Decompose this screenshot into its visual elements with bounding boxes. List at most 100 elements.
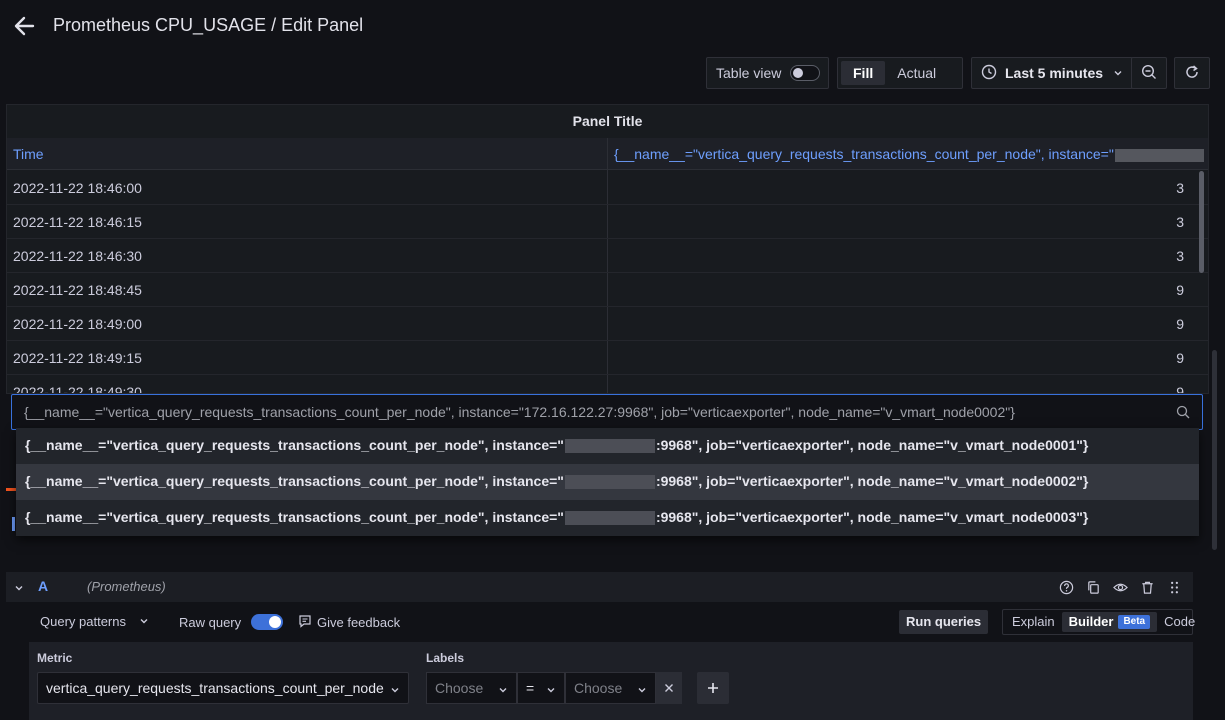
label-value-placeholder: Choose (574, 680, 623, 696)
search-icon (1176, 405, 1190, 422)
table-scrollbar[interactable] (1199, 171, 1204, 273)
series-header-prefix: {__name__="vertica_query_requests_transa… (614, 146, 1114, 162)
zoom-out-button[interactable] (1131, 57, 1167, 89)
query-row-header: A (Prometheus) (6, 572, 1193, 602)
trash-icon[interactable] (1138, 578, 1156, 596)
series-column-header[interactable]: {__name__="vertica_query_requests_transa… (614, 138, 1204, 170)
beta-badge: Beta (1118, 615, 1151, 629)
chevron-down-icon (498, 682, 508, 698)
page-header: Prometheus CPU_USAGE / Edit Panel (0, 0, 1225, 52)
duplicate-icon[interactable] (1084, 578, 1102, 596)
query-datasource: (Prometheus) (87, 579, 166, 594)
raw-query-switch[interactable] (251, 614, 284, 630)
close-icon (664, 680, 674, 696)
metric-label: Metric (37, 651, 73, 665)
refresh-button[interactable] (1174, 57, 1210, 89)
chevron-down-icon (546, 682, 556, 698)
give-feedback-label: Give feedback (317, 615, 401, 630)
label-value-select[interactable]: Choose (565, 672, 656, 704)
metric-select[interactable]: vertica_query_requests_transactions_coun… (37, 672, 409, 704)
table-row: 2022-11-22 18:46:00 3 (7, 171, 1208, 205)
redacted-ip (564, 475, 655, 490)
builder-button[interactable]: Builder Beta (1061, 612, 1158, 632)
series-option-node0001[interactable]: {__name__="vertica_query_requests_transa… (16, 428, 1199, 464)
label-operator-value: = (526, 680, 535, 696)
label-key-placeholder: Choose (435, 680, 484, 696)
option-prefix: {__name__="vertica_query_requests_transa… (25, 437, 564, 453)
value-cell: 9 (1176, 316, 1184, 332)
remove-label-button[interactable] (656, 672, 682, 704)
builder-label: Builder (1068, 614, 1114, 629)
table-panel: Panel Title Time {__name__="vertica_quer… (6, 104, 1209, 394)
time-cell: 2022-11-22 18:46:15 (13, 214, 142, 230)
tab-indicator (12, 517, 15, 531)
label-operator-select[interactable]: = (517, 672, 565, 704)
label-key-select[interactable]: Choose (426, 672, 517, 704)
actual-button[interactable]: Actual (885, 61, 948, 85)
chevron-down-icon (1113, 65, 1123, 81)
metric-value: vertica_query_requests_transactions_coun… (46, 680, 384, 696)
clock-icon (981, 64, 997, 83)
table-row: 2022-11-22 18:46:15 3 (7, 205, 1208, 239)
time-range-label: Last 5 minutes (1005, 65, 1104, 81)
value-cell: 9 (1176, 384, 1184, 394)
value-cell: 3 (1176, 214, 1184, 230)
chevron-down-icon[interactable] (14, 580, 24, 596)
help-icon[interactable] (1057, 578, 1075, 596)
value-cell: 9 (1176, 350, 1184, 366)
eye-icon[interactable] (1111, 578, 1129, 596)
redacted-ip (564, 439, 655, 454)
raw-query-toggle[interactable]: Raw query (179, 614, 284, 630)
series-option-node0002[interactable]: {__name__="vertica_query_requests_transa… (16, 464, 1199, 500)
chevron-down-icon (390, 682, 400, 698)
chevron-down-icon (139, 614, 149, 629)
raw-query-label: Raw query (179, 614, 242, 630)
table-row: 2022-11-22 18:46:30 3 (7, 239, 1208, 273)
time-cell: 2022-11-22 18:49:00 (13, 316, 142, 332)
fill-actual-group: Fill Actual (837, 57, 963, 89)
query-patterns-dropdown[interactable]: Query patterns (40, 614, 149, 629)
comment-icon (298, 614, 312, 631)
query-patterns-label: Query patterns (40, 614, 126, 629)
time-cell: 2022-11-22 18:49:15 (13, 350, 142, 366)
series-options-menu: {__name__="vertica_query_requests_transa… (16, 428, 1199, 536)
table-view-label: Table view (716, 65, 782, 81)
table-row: 2022-11-22 18:49:00 9 (7, 307, 1208, 341)
code-button[interactable]: Code (1157, 612, 1202, 632)
labels-label: Labels (426, 651, 465, 665)
explain-button[interactable]: Explain (1005, 612, 1062, 632)
table-body: 2022-11-22 18:46:00 3 2022-11-22 18:46:15… (7, 171, 1208, 394)
time-cell: 2022-11-22 18:48:45 (13, 282, 142, 298)
query-options-bar: Query patterns Raw query Give feedback R… (6, 604, 1195, 640)
option-prefix: {__name__="vertica_query_requests_transa… (25, 473, 564, 489)
value-cell: 3 (1176, 248, 1184, 264)
back-arrow-icon[interactable] (12, 14, 36, 38)
option-suffix: :9968", job="verticaexporter", node_name… (655, 509, 1089, 525)
time-cell: 2022-11-22 18:46:30 (13, 248, 142, 264)
query-builder: Metric vertica_query_requests_transactio… (29, 642, 1193, 720)
time-cell: 2022-11-22 18:46:00 (13, 180, 142, 196)
table-row: 2022-11-22 18:48:45 9 (7, 273, 1208, 307)
table-view-toggle[interactable]: Table view (706, 57, 829, 89)
series-select[interactable]: {__name__="vertica_query_requests_transa… (11, 394, 1203, 430)
series-option-node0003[interactable]: {__name__="vertica_query_requests_transa… (16, 500, 1199, 536)
time-cell: 2022-11-22 18:49:30 (13, 384, 142, 394)
query-actions (1057, 578, 1183, 596)
chevron-down-icon (637, 682, 647, 698)
table-row: 2022-11-22 18:49:30 9 (7, 375, 1208, 394)
editor-mode-group: Explain Builder Beta Code (1002, 609, 1195, 635)
run-queries-button[interactable]: Run queries (899, 610, 989, 634)
add-label-button[interactable] (697, 672, 729, 704)
redacted-ip (1114, 148, 1204, 162)
drag-handle-icon[interactable] (1165, 578, 1183, 596)
page-scrollbar[interactable] (1212, 350, 1217, 550)
time-range-picker[interactable]: Last 5 minutes (971, 57, 1133, 89)
table-view-switch[interactable] (790, 65, 821, 81)
time-column-header[interactable]: Time (13, 138, 603, 170)
table-row: 2022-11-22 18:49:15 9 (7, 341, 1208, 375)
give-feedback-link[interactable]: Give feedback (298, 614, 400, 631)
zoom-out-icon (1141, 64, 1157, 83)
fill-button[interactable]: Fill (841, 61, 886, 85)
series-select-value: {__name__="vertica_query_requests_transa… (24, 404, 1015, 420)
query-letter[interactable]: A (38, 578, 48, 594)
